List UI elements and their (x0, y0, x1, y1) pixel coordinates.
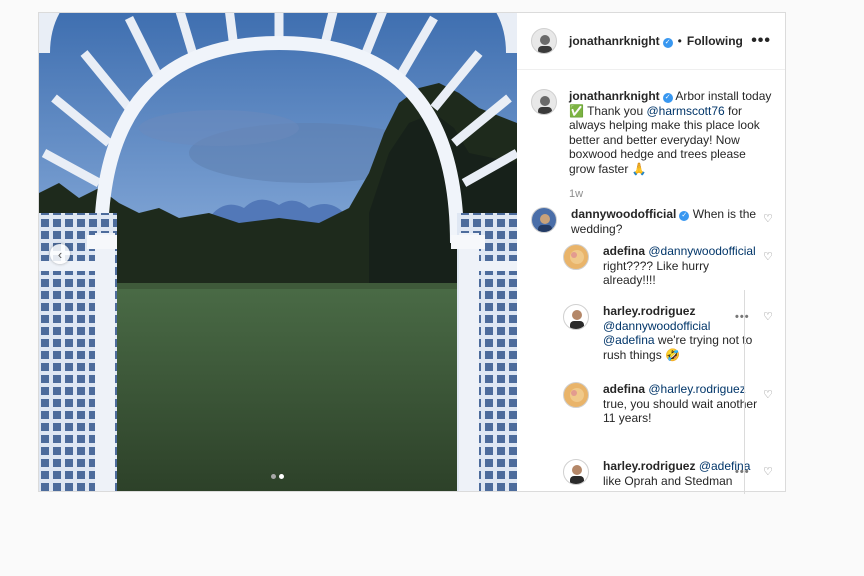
commenter-avatar[interactable] (563, 459, 589, 485)
user-avatar-icon (570, 250, 584, 264)
separator-dot: • (677, 34, 682, 48)
carousel-dot-active (279, 474, 284, 479)
comment-more-icon[interactable]: ••• (735, 311, 750, 323)
scrollbar-track[interactable] (744, 290, 745, 494)
post-timestamp[interactable]: 1w (569, 188, 583, 200)
comment-username[interactable]: harley.rodriguez (603, 459, 695, 473)
commenter-avatar[interactable] (563, 244, 589, 270)
reply-item: harley.rodriguez @dannywoodofficial @ade… (563, 304, 763, 362)
carousel-indicator (271, 474, 284, 479)
author-avatar[interactable] (531, 28, 557, 54)
comment-mention-link[interactable]: @dannywoodofficial (603, 319, 710, 333)
user-avatar-icon (570, 388, 584, 402)
laughing-emoji-icon: 🤣 (665, 347, 680, 362)
author-username-link[interactable]: jonathanrknight ✓ (569, 32, 673, 50)
caption-username[interactable]: jonathanrknight (569, 89, 660, 103)
post-caption: jonathanrknight ✓ Arbor install today ✅ T… (531, 89, 775, 176)
user-avatar-icon (538, 35, 552, 53)
comment-more-icon[interactable]: ••• (735, 466, 750, 478)
comment-text: true, you should wait another 11 years! (603, 396, 758, 426)
post-card: ‹ jonathanrknight ✓ • Following ••• jonat… (38, 12, 786, 492)
verified-badge-icon: ✓ (662, 93, 673, 103)
like-heart-icon[interactable]: ♡ (763, 310, 773, 323)
comment-mention-link[interactable]: @adefina (603, 333, 655, 347)
reply-item: adefina @harley.rodriguez true, you shou… (563, 382, 763, 426)
pray-emoji-icon: 🙏 (631, 161, 647, 176)
reply-item: harley.rodriguez @adefina like Oprah and… (563, 459, 763, 488)
carousel-dot (271, 474, 276, 479)
reply-item: adefina @dannywoodofficial right???? Lik… (563, 244, 763, 288)
user-avatar-icon (538, 214, 552, 232)
arbor-photo-illustration (39, 13, 517, 491)
caption-mention-link[interactable]: @harmscott76 (646, 104, 724, 118)
comment-item: dannywoodofficial ✓ When is the wedding? (531, 207, 761, 236)
post-header: jonathanrknight ✓ • Following ••• (517, 13, 785, 70)
comment-text: like Oprah and Stedman (603, 473, 733, 488)
verified-badge-icon: ✓ (679, 211, 690, 221)
caption-text-part: Thank you (587, 103, 644, 118)
caption-text-part: Arbor install today (675, 89, 772, 103)
user-avatar-icon (570, 465, 584, 484)
commenter-avatar[interactable] (531, 207, 557, 233)
carousel-prev-button[interactable]: ‹ (50, 244, 70, 264)
comment-text: right???? Like hurry already!!!! (603, 258, 710, 288)
commenter-avatar[interactable] (563, 304, 589, 330)
user-avatar-icon (570, 310, 584, 329)
commenter-avatar[interactable] (563, 382, 589, 408)
like-heart-icon[interactable]: ♡ (763, 388, 773, 401)
comment-username[interactable]: dannywoodofficial (571, 207, 676, 221)
author-username[interactable]: jonathanrknight (569, 34, 660, 48)
comment-username[interactable]: adefina (603, 382, 645, 396)
post-photo[interactable]: ‹ (39, 13, 517, 491)
following-button[interactable]: Following (687, 34, 743, 48)
chevron-left-icon: ‹ (57, 246, 63, 262)
like-heart-icon[interactable]: ♡ (763, 465, 773, 478)
like-heart-icon[interactable]: ♡ (763, 250, 773, 263)
caption-text: jonathanrknight ✓ Arbor install today ✅ T… (569, 89, 775, 176)
comment-mention-link[interactable]: @harley.rodriguez (648, 382, 745, 396)
comment-username[interactable]: adefina (603, 244, 645, 258)
user-avatar-icon (538, 96, 552, 114)
comment-mention-link[interactable]: @dannywoodofficial (648, 244, 755, 258)
verified-badge-icon: ✓ (662, 38, 673, 48)
more-options-icon[interactable]: ••• (751, 32, 771, 50)
like-heart-icon[interactable]: ♡ (763, 212, 773, 225)
check-emoji-icon: ✅ (569, 103, 584, 118)
caption-author-avatar[interactable] (531, 89, 557, 115)
comment-username[interactable]: harley.rodriguez (603, 304, 695, 318)
